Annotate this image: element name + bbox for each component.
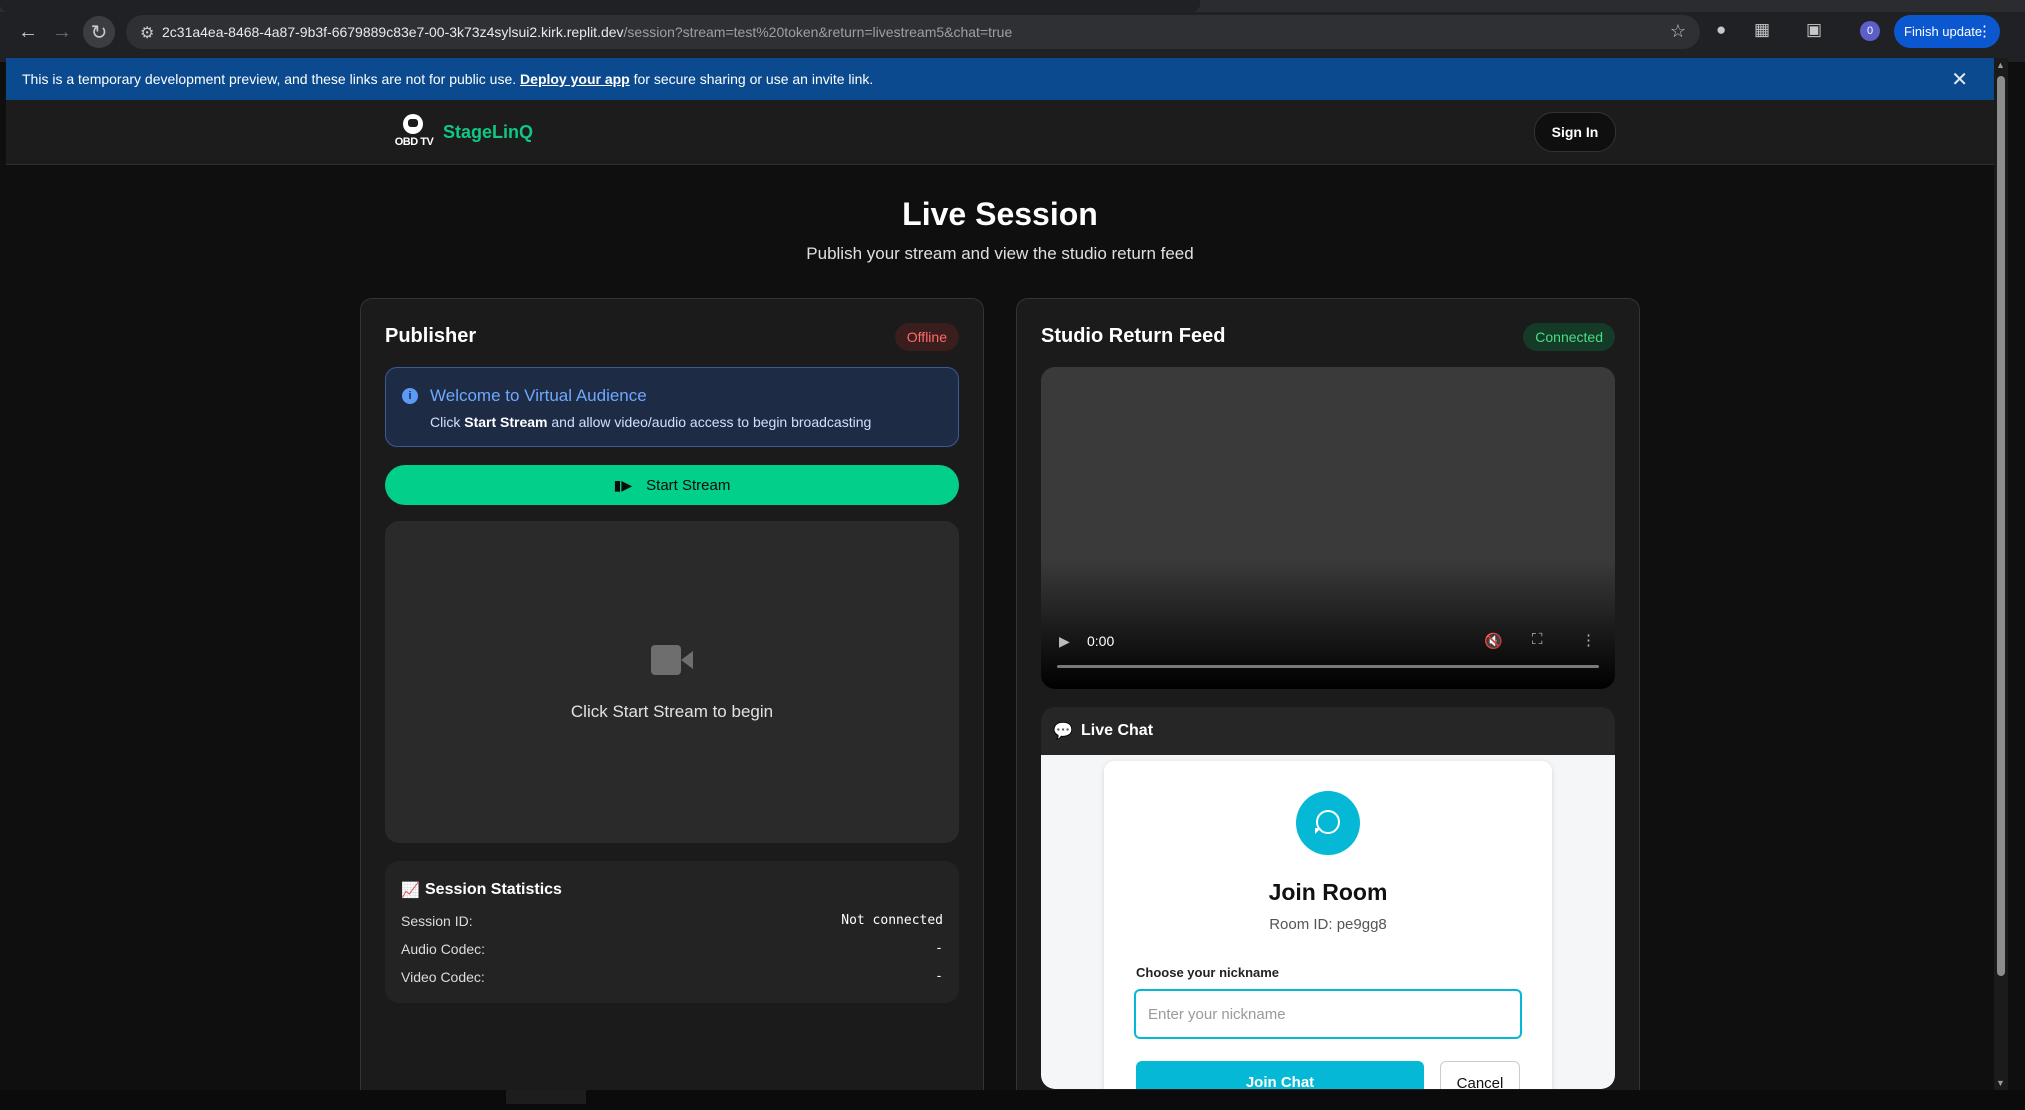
mute-icon[interactable]: 🔇	[1484, 632, 1503, 650]
studio-title: Studio Return Feed	[1041, 325, 1226, 347]
tab-strip	[0, 0, 2025, 12]
stat-label: Session ID:	[401, 913, 473, 929]
brand-name[interactable]: StageLinQ	[443, 122, 533, 143]
info-icon: i	[402, 388, 418, 404]
taskbar-item[interactable]	[506, 1090, 586, 1104]
fullscreen-icon[interactable]: ⛶	[1532, 631, 1543, 648]
join-room-title: Join Room	[1268, 879, 1388, 905]
app-header: OBD TV StageLinQ Sign In	[6, 100, 1994, 165]
return-feed-video[interactable]: ▶ 0:00 🔇 ⛶ ⋮	[1041, 367, 1615, 689]
bookmark-star-icon[interactable]: ☆	[1670, 21, 1686, 42]
chart-line-icon: 📈	[401, 882, 420, 899]
cancel-button[interactable]: Cancel	[1440, 1061, 1520, 1089]
start-stream-button[interactable]: ▮▶ Start Stream	[385, 465, 959, 505]
sign-in-button[interactable]: Sign In	[1534, 112, 1616, 152]
status-badge-offline: Offline	[894, 323, 959, 351]
preview-message: Click Start Stream to begin	[570, 702, 774, 721]
more-vert-icon: ⋮	[1977, 23, 1992, 40]
start-stream-label: Start Stream	[646, 477, 731, 494]
banner-text-before: This is a temporary development preview,…	[22, 71, 517, 87]
stat-label: Audio Codec:	[401, 941, 486, 957]
video-progress-track[interactable]	[1057, 665, 1599, 668]
stats-title: Session Statistics	[425, 881, 562, 898]
scroll-up-icon[interactable]: ▲	[1996, 60, 2005, 70]
url-text: 2c31a4ea-8468-4a87-9b3f-6679889c83e7-00-…	[162, 24, 1012, 40]
video-camera-icon: ▮▶	[613, 477, 633, 493]
join-chat-button[interactable]: Join Chat	[1136, 1061, 1424, 1089]
profile-avatar[interactable]: 0	[1860, 21, 1880, 41]
chat-bubbles-icon: 💬	[1053, 723, 1073, 740]
status-badge-connected: Connected	[1523, 323, 1615, 351]
local-video-preview: Click Start Stream to begin	[385, 521, 959, 843]
reload-button[interactable]: ↻	[83, 16, 115, 48]
browser-toolbar: ← → ↻ ⚙ 2c31a4ea-8468-4a87-9b3f-6679889c…	[0, 0, 2025, 62]
welcome-info-box: i Welcome to Virtual Audience Click Star…	[385, 367, 959, 447]
chat-title: Live Chat	[1081, 722, 1154, 739]
scroll-down-icon[interactable]: ▼	[1996, 1078, 2005, 1088]
info-body: Click Start Stream and allow video/audio…	[430, 414, 871, 430]
stat-row-audio-codec: Audio Codec: -	[401, 941, 943, 957]
studio-return-card: Studio Return Feed Connected ▶ 0:00 🔇 ⛶ …	[1016, 298, 1640, 1110]
dev-preview-banner: This is a temporary development preview,…	[6, 58, 1994, 100]
stat-value: -	[935, 941, 943, 956]
logo-badge	[403, 114, 423, 134]
room-id: Room ID: pe9gg8	[1269, 916, 1387, 933]
banner-close-icon[interactable]: ✕	[1951, 67, 1968, 92]
extension-icon[interactable]: ●	[1716, 20, 1726, 40]
more-vert-icon[interactable]: ⋮	[1581, 631, 1596, 649]
page-title: Live Session	[902, 196, 1098, 232]
chat-body: Join Room Room ID: pe9gg8 Choose your ni…	[1041, 755, 1615, 1089]
join-room-panel: Join Room Room ID: pe9gg8 Choose your ni…	[1104, 761, 1552, 1089]
taskbar-strip	[0, 1090, 2025, 1110]
finish-update-label: Finish update	[1904, 24, 1983, 39]
address-bar[interactable]: ⚙ 2c31a4ea-8468-4a87-9b3f-6679889c83e7-0…	[126, 15, 1700, 49]
url-path: /session?stream=test%20token&return=live…	[623, 24, 1013, 40]
deploy-app-link[interactable]: Deploy your app	[520, 71, 630, 87]
banner-text: This is a temporary development preview,…	[22, 71, 873, 87]
publisher-card: Publisher Offline i Welcome to Virtual A…	[360, 298, 984, 1110]
logo-text: OBD TV	[394, 136, 434, 148]
stat-value: Not connected	[841, 913, 943, 928]
info-bold: Start Stream	[464, 414, 548, 430]
nickname-label: Choose your nickname	[1136, 965, 1280, 980]
nickname-input[interactable]	[1134, 989, 1522, 1039]
video-camera-icon	[651, 645, 693, 675]
obd-tv-logo[interactable]: OBD TV	[392, 114, 436, 150]
stat-row-session-id: Session ID: Not connected	[401, 913, 943, 929]
session-statistics: 📈 Session Statistics Session ID: Not conn…	[385, 861, 959, 1003]
video-time: 0:00	[1087, 633, 1115, 649]
stat-label: Video Codec:	[401, 969, 485, 985]
tab-search-icon[interactable]: ▣	[1806, 20, 1822, 40]
info-prefix: Click	[430, 414, 461, 430]
url-host: 2c31a4ea-8468-4a87-9b3f-6679889c83e7-00-…	[162, 24, 624, 40]
stat-value: -	[935, 969, 943, 984]
chat-bubble-icon	[1296, 791, 1360, 855]
info-heading: Welcome to Virtual Audience	[430, 386, 647, 405]
info-suffix: and allow video/audio access to begin br…	[551, 414, 872, 430]
back-button[interactable]: ←	[12, 16, 44, 48]
stat-row-video-codec: Video Codec: -	[401, 969, 943, 985]
page-subtitle: Publish your stream and view the studio …	[806, 244, 1194, 263]
finish-update-button[interactable]: Finish update ⋮	[1894, 15, 2000, 48]
site-settings-icon[interactable]: ⚙	[140, 23, 154, 43]
banner-text-after: for secure sharing or use an invite link…	[633, 71, 874, 87]
live-chat-panel: 💬 Live Chat Join Room Room ID: pe9gg8 Ch…	[1041, 707, 1615, 1089]
active-tab[interactable]	[0, 0, 1200, 12]
publisher-title: Publisher	[385, 325, 477, 347]
puzzle-icon[interactable]: ▦	[1754, 20, 1770, 40]
chat-header: 💬 Live Chat	[1041, 707, 1615, 755]
forward-button[interactable]: →	[46, 16, 78, 48]
play-icon[interactable]: ▶	[1059, 633, 1070, 650]
